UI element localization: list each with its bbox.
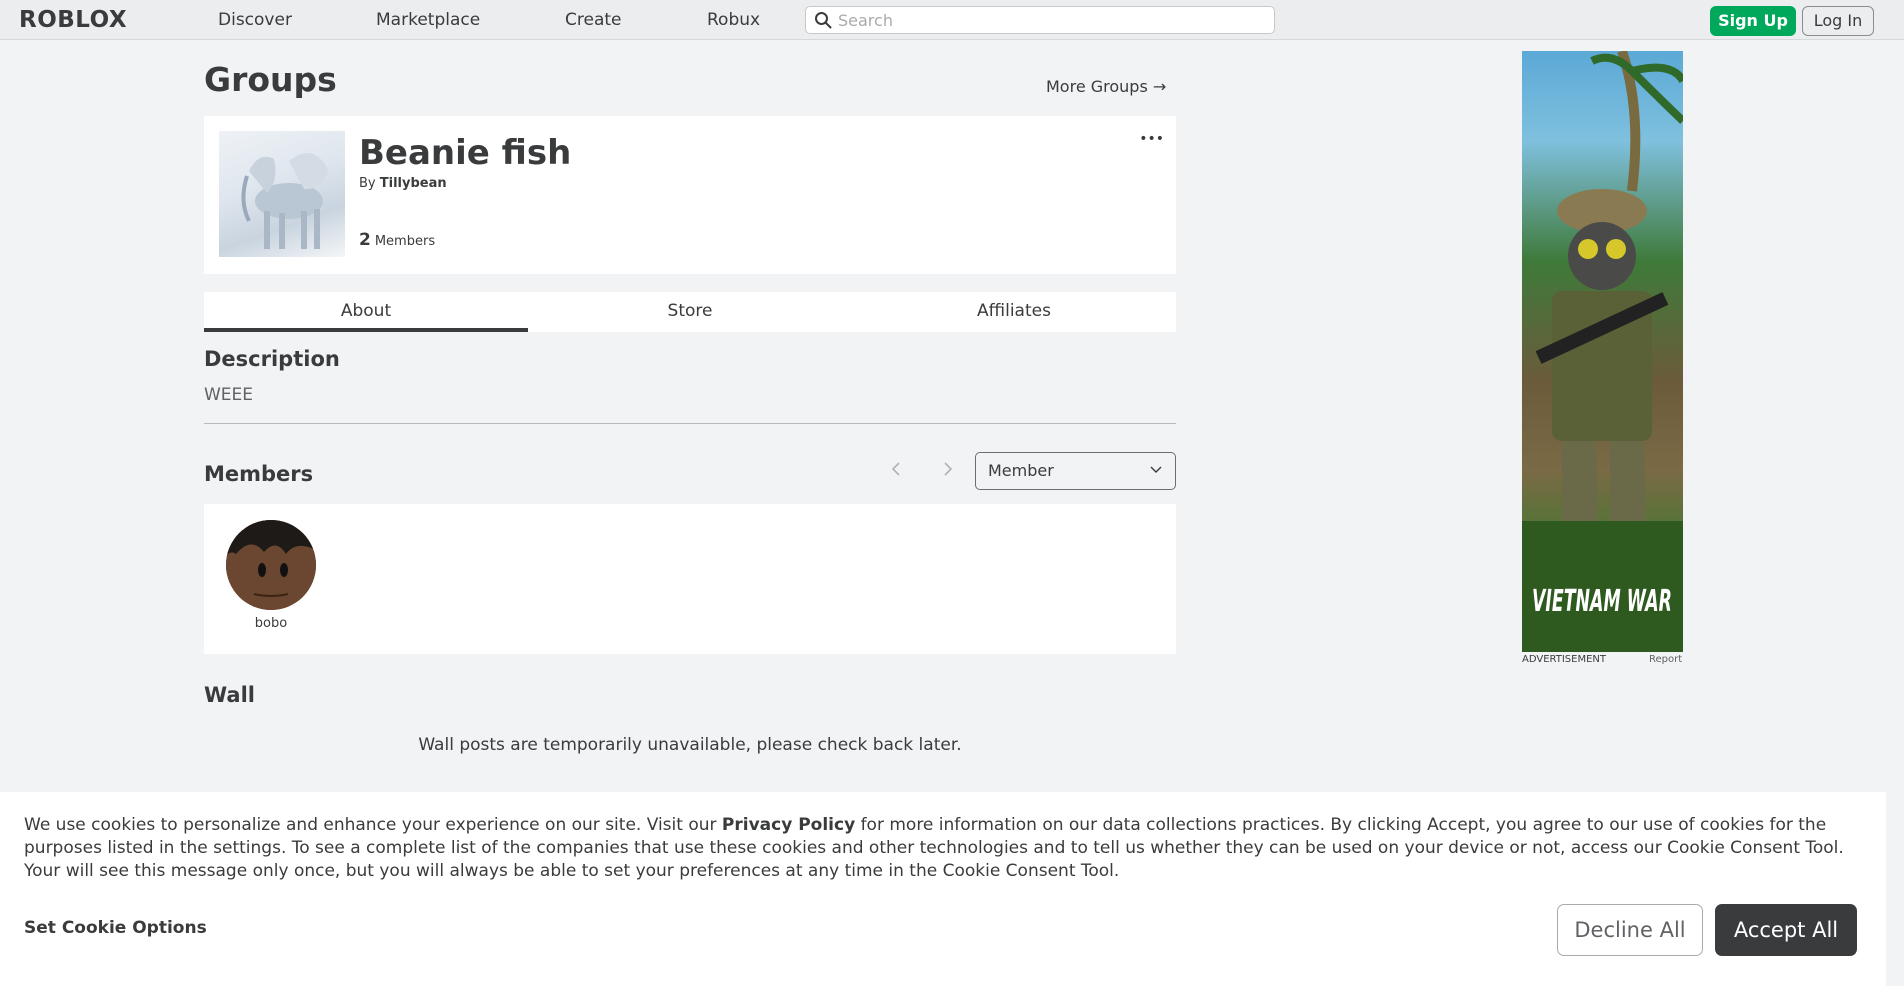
pegasus-illustration <box>241 153 329 249</box>
wall-heading: Wall <box>204 683 255 707</box>
member-name[interactable]: bobo <box>226 616 316 631</box>
group-emblem-image <box>219 131 345 257</box>
nav-marketplace[interactable]: Marketplace <box>376 10 480 30</box>
description-heading: Description <box>204 347 340 371</box>
top-nav: ROBLOX Discover Marketplace Create Robux… <box>0 0 1904 40</box>
by-prefix: By <box>359 176 376 191</box>
group-owner-line: By Tillybean <box>359 176 447 191</box>
chevron-right-icon[interactable] <box>941 461 955 477</box>
group-name: Beanie fish <box>359 133 572 173</box>
role-dropdown[interactable]: Member <box>975 452 1176 490</box>
nav-robux[interactable]: Robux <box>707 10 760 30</box>
cookie-text-before: We use cookies to personalize and enhanc… <box>24 815 722 835</box>
privacy-policy-link[interactable]: Privacy Policy <box>722 815 855 835</box>
accept-all-button[interactable]: Accept All <box>1715 904 1857 956</box>
chevron-down-icon <box>1150 466 1162 473</box>
members-list: bobo <box>204 504 1176 654</box>
avatar[interactable] <box>226 520 316 610</box>
ad-artwork: VIETNAM WAR <box>1522 51 1683 652</box>
avatar-headshot <box>226 520 316 610</box>
search-box[interactable] <box>805 6 1275 34</box>
tab-store[interactable]: Store <box>528 292 852 332</box>
member-count-number: 2 <box>359 230 371 250</box>
description-text: WEEE <box>204 385 254 405</box>
tab-about[interactable]: About <box>204 292 528 332</box>
more-groups-link[interactable]: More Groups → <box>1046 77 1166 96</box>
ad-art-title: VIETNAM WAR <box>1532 584 1672 619</box>
advertisement-banner[interactable]: VIETNAM WAR <box>1522 51 1683 652</box>
group-tabs: About Store Affiliates <box>204 292 1176 332</box>
sign-up-button[interactable]: Sign Up <box>1710 6 1796 36</box>
more-options-icon[interactable]: ••• <box>1139 131 1164 147</box>
chevron-left-icon[interactable] <box>889 461 903 477</box>
page-title: Groups <box>204 60 337 99</box>
nav-create[interactable]: Create <box>565 10 622 30</box>
nav-discover[interactable]: Discover <box>218 10 292 30</box>
set-cookie-options-link[interactable]: Set Cookie Options <box>24 918 207 938</box>
decline-all-button[interactable]: Decline All <box>1557 904 1703 956</box>
members-heading: Members <box>204 462 314 486</box>
member-count-label: Members <box>374 234 436 249</box>
log-in-button[interactable]: Log In <box>1802 6 1874 36</box>
wall-unavailable-message: Wall posts are temporarily unavailable, … <box>418 735 962 755</box>
search-input[interactable] <box>838 9 1258 31</box>
group-member-count: 2 Members <box>359 230 435 250</box>
group-header-card: Beanie fish By Tillybean 2 Members ••• <box>204 116 1176 274</box>
role-dropdown-value: Member <box>988 461 1054 480</box>
roblox-logo[interactable]: ROBLOX <box>19 7 127 33</box>
cookie-message: We use cookies to personalize and enhanc… <box>24 814 1869 883</box>
cookie-consent-banner: We use cookies to personalize and enhanc… <box>0 792 1886 986</box>
group-owner-link[interactable]: Tillybean <box>380 176 447 191</box>
ad-report-link[interactable]: Report <box>1649 654 1682 665</box>
member-card[interactable]: bobo <box>226 520 316 631</box>
search-icon <box>815 12 832 29</box>
tab-affiliates[interactable]: Affiliates <box>852 292 1176 332</box>
advertisement-label: ADVERTISEMENT <box>1522 654 1607 665</box>
section-divider <box>204 423 1176 424</box>
